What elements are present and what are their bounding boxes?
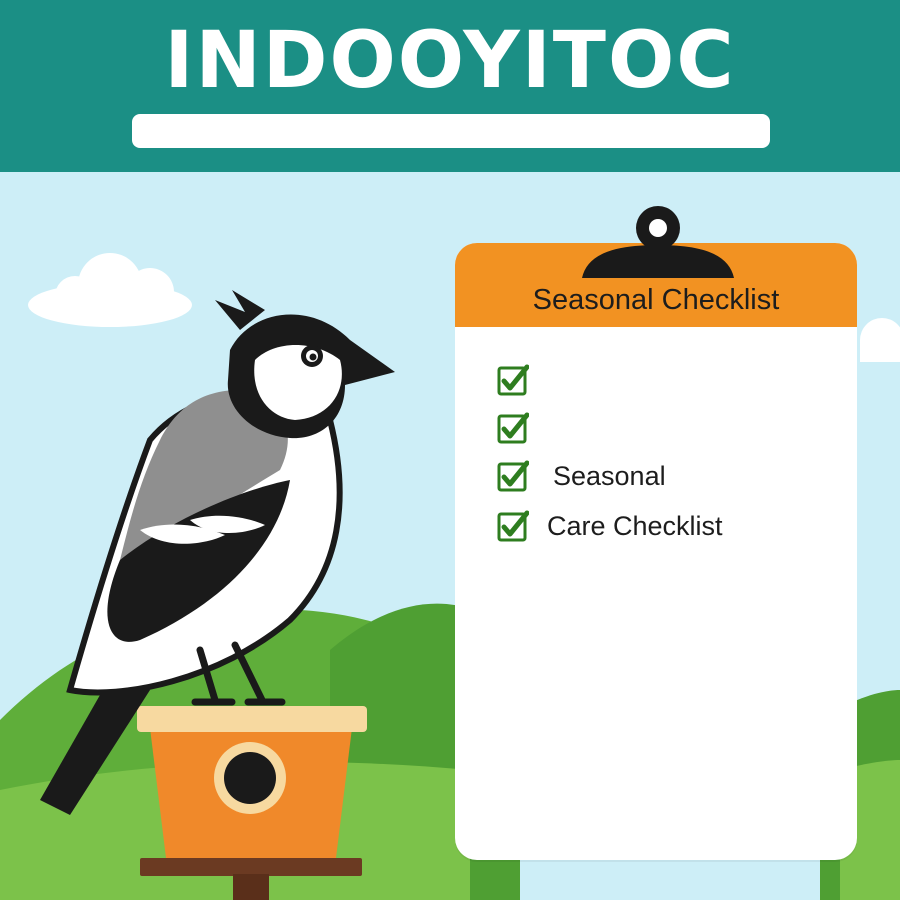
checklist-item[interactable] xyxy=(497,408,529,448)
feeder-post xyxy=(233,874,269,900)
banner-subtitle-bar xyxy=(132,114,770,148)
checklist-clipboard: Seasonal Checklist xyxy=(455,243,857,860)
checklist-item[interactable]: Care Checklist xyxy=(497,506,723,546)
title-banner: INDOOYITOC xyxy=(0,0,900,172)
checklist-item[interactable] xyxy=(497,360,529,400)
bird-feeder-illustration xyxy=(137,706,367,858)
checkbox-icon[interactable] xyxy=(497,460,529,492)
checkbox-icon[interactable] xyxy=(497,510,529,542)
checklist-title: Seasonal Checklist xyxy=(532,284,780,316)
checkbox-icon[interactable] xyxy=(497,412,529,444)
cloud-left xyxy=(28,253,192,327)
illustration-scene: INDOOYITOC Seasonal Checklist Seasonal C… xyxy=(0,0,900,900)
checklist-item-label: Care Checklist xyxy=(547,510,723,541)
checkbox-icon[interactable] xyxy=(497,364,529,396)
cloud-right xyxy=(860,318,900,362)
checklist-item[interactable]: Seasonal xyxy=(497,456,666,496)
feeder-platform xyxy=(140,858,362,876)
checklist-item-label: Seasonal xyxy=(553,460,666,491)
banner-title: INDOOYITOC xyxy=(164,16,736,106)
clipboard-clip-icon xyxy=(582,206,734,278)
